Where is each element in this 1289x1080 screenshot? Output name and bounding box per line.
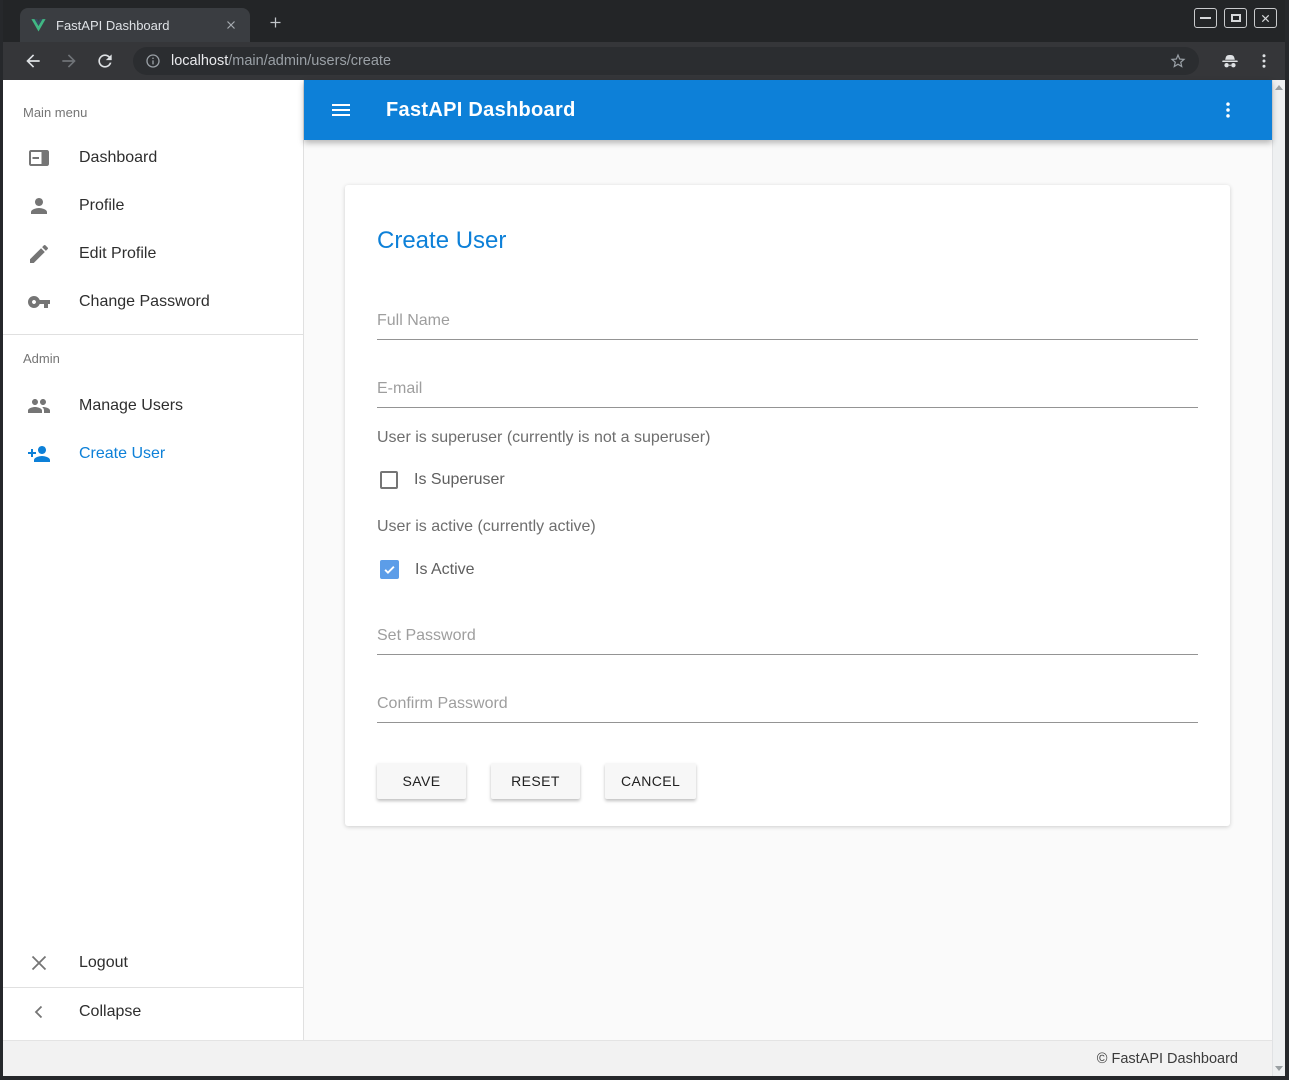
dashboard-icon (27, 146, 51, 170)
tab-title: FastAPI Dashboard (56, 18, 222, 33)
set-password-input[interactable] (377, 627, 1198, 655)
browser-tab[interactable]: FastAPI Dashboard (20, 8, 250, 42)
key-icon (27, 290, 51, 314)
sidebar-item-label: Manage Users (79, 397, 183, 415)
scroll-down-arrow-icon[interactable] (1275, 1066, 1283, 1071)
footer: © FastAPI Dashboard (3, 1040, 1272, 1076)
page-viewport: Main menu Dashboard Profile (3, 80, 1285, 1076)
window-controls (1194, 8, 1277, 28)
sidebar-item-manage-users[interactable]: Manage Users (3, 382, 303, 430)
content-area: Create User User is superuser (currently… (304, 140, 1272, 1040)
url-bar[interactable]: localhost/main/admin/users/create (133, 47, 1199, 75)
superuser-checkbox-label: Is Superuser (414, 471, 505, 489)
browser-toolbar: localhost/main/admin/users/create (3, 42, 1285, 80)
app-bar: FastAPI Dashboard (304, 80, 1272, 140)
reload-button[interactable] (95, 51, 115, 71)
sidebar-item-change-password[interactable]: Change Password (3, 278, 303, 326)
sidebar-item-label: Collapse (79, 1003, 141, 1021)
scroll-up-arrow-icon[interactable] (1275, 85, 1283, 90)
sidebar-item-dashboard[interactable]: Dashboard (3, 134, 303, 182)
chevron-left-icon (27, 1000, 51, 1024)
sidebar-item-create-user[interactable]: Create User (3, 430, 303, 478)
email-input[interactable] (377, 380, 1198, 408)
save-button[interactable]: SAVE (377, 763, 466, 799)
superuser-checkbox-row[interactable]: Is Superuser (377, 471, 1198, 489)
page-title: Create User (377, 227, 1198, 255)
pencil-icon (27, 242, 51, 266)
sidebar-divider (3, 334, 303, 335)
sidebar-section-admin: Admin (23, 351, 303, 366)
footer-copyright: © FastAPI Dashboard (1097, 1051, 1238, 1067)
sidebar-item-label: Create User (79, 445, 165, 463)
sidebar-item-label: Logout (79, 954, 128, 972)
close-window-button[interactable] (1254, 8, 1277, 28)
cancel-button[interactable]: CANCEL (605, 763, 696, 799)
sidebar-item-collapse[interactable]: Collapse (3, 988, 303, 1036)
new-tab-button[interactable] (262, 9, 288, 35)
maximize-button[interactable] (1224, 8, 1247, 28)
sidebar-item-label: Dashboard (79, 149, 157, 167)
vue-logo-icon (30, 17, 47, 34)
sidebar: Main menu Dashboard Profile (3, 80, 304, 1040)
url-text: localhost/main/admin/users/create (171, 53, 1169, 69)
superuser-checkbox[interactable] (380, 471, 398, 489)
minimize-button[interactable] (1194, 8, 1217, 28)
active-checkbox[interactable] (380, 560, 399, 579)
sidebar-section-main-menu: Main menu (23, 105, 303, 120)
active-checkbox-label: Is Active (415, 561, 475, 579)
sidebar-item-profile[interactable]: Profile (3, 182, 303, 230)
sidebar-item-label: Profile (79, 197, 124, 215)
browser-window: FastAPI Dashboard (0, 0, 1289, 1080)
reset-button[interactable]: RESET (491, 763, 580, 799)
sidebar-item-label: Change Password (79, 293, 210, 311)
active-checkbox-row[interactable]: Is Active (377, 560, 1198, 579)
confirm-password-input[interactable] (377, 695, 1198, 723)
back-button[interactable] (23, 51, 43, 71)
sidebar-item-label: Edit Profile (79, 245, 156, 263)
incognito-icon (1219, 50, 1241, 72)
hamburger-menu-icon[interactable] (329, 98, 353, 122)
email-field-wrap (377, 380, 1198, 408)
create-user-card: Create User User is superuser (currently… (345, 185, 1230, 826)
site-info-icon[interactable] (145, 53, 161, 69)
app-menu-icon[interactable] (1218, 100, 1238, 120)
active-hint: User is active (currently active) (377, 517, 1198, 536)
close-icon (27, 951, 51, 975)
person-add-icon (27, 442, 51, 466)
group-icon (27, 394, 51, 418)
superuser-hint: User is superuser (currently is not a su… (377, 428, 1198, 447)
app-title: FastAPI Dashboard (386, 99, 576, 122)
sidebar-item-logout[interactable]: Logout (3, 939, 303, 987)
browser-menu-icon[interactable] (1255, 52, 1273, 70)
browser-tab-bar: FastAPI Dashboard (3, 0, 1285, 42)
form-buttons: SAVE RESET CANCEL (377, 763, 1198, 799)
person-icon (27, 194, 51, 218)
page-scrollbar[interactable] (1272, 80, 1285, 1076)
bookmark-star-icon[interactable] (1169, 52, 1187, 70)
sidebar-item-edit-profile[interactable]: Edit Profile (3, 230, 303, 278)
full-name-input[interactable] (377, 312, 1198, 340)
confirm-password-field-wrap (377, 695, 1198, 723)
full-name-field-wrap (377, 312, 1198, 340)
tab-close-icon[interactable] (222, 16, 240, 34)
set-password-field-wrap (377, 627, 1198, 655)
forward-button[interactable] (59, 51, 79, 71)
